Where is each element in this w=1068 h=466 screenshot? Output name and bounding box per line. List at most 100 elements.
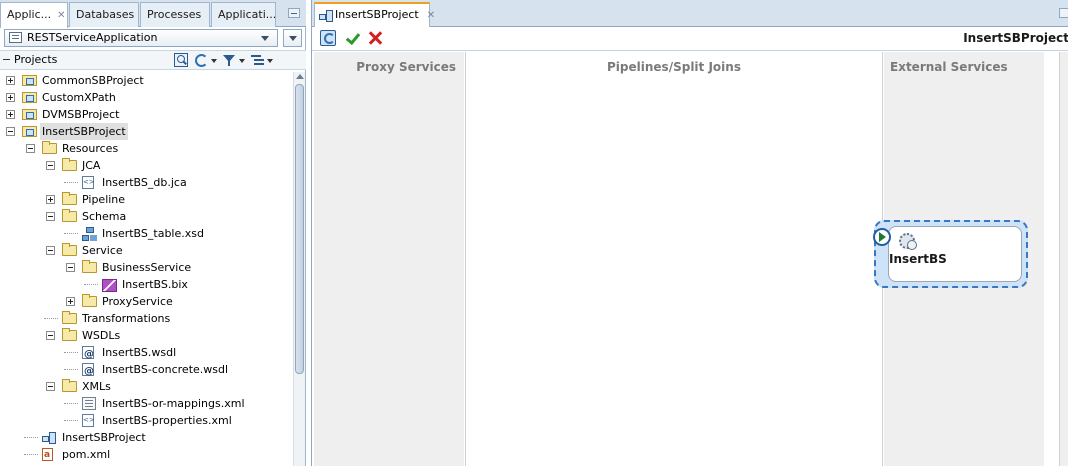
tree-item[interactable]: DVMSBProject	[0, 106, 292, 123]
folder-icon	[82, 294, 97, 307]
project-folder-icon	[22, 109, 37, 120]
collapse-icon[interactable]	[46, 246, 55, 255]
tree-item-label: XMLs	[82, 380, 111, 393]
folder-icon	[62, 311, 77, 324]
tab-processes[interactable]: Processes	[140, 2, 210, 27]
tree-item-label: InsertBS-properties.xml	[102, 414, 232, 427]
tree-item-label: ProxyService	[102, 295, 173, 308]
tab-insertsbproject[interactable]: InsertSBProject ✕	[314, 2, 435, 27]
tab-databases-label: Databases	[76, 8, 135, 21]
tab-databases[interactable]: Databases	[69, 2, 139, 27]
service-node-name: InsertBS	[889, 252, 947, 266]
collapse-icon[interactable]	[46, 382, 55, 391]
editor-toolbar: InsertSBProject	[312, 27, 1068, 51]
collapse-panel-icon[interactable]	[3, 59, 10, 60]
tree-item[interactable]: XMLs	[0, 378, 292, 395]
expand-icon[interactable]	[6, 110, 15, 119]
overview-canvas[interactable]: Proxy Services Pipelines/Split Joins Ext…	[312, 52, 1068, 466]
project-tree: CommonSBProject CustomXPath DVMSBProject In…	[0, 72, 292, 466]
tree-item[interactable]: pom.xml	[0, 446, 292, 464]
tree-item[interactable]: Pipeline	[0, 191, 292, 208]
proxy-services-lane[interactable]: Proxy Services	[314, 52, 464, 466]
tree-item-label: pom.xml	[62, 448, 111, 461]
tree-item-label: WSDLs	[82, 329, 121, 342]
tree-item[interactable]: InsertBS.bix	[0, 276, 292, 293]
service-entry-port-icon[interactable]	[873, 228, 891, 246]
editor-tab-label: InsertSBProject	[335, 8, 419, 21]
expand-icon[interactable]	[6, 93, 15, 102]
tree-item[interactable]: CommonSBProject	[0, 72, 292, 89]
tab-processes-label: Processes	[147, 8, 202, 21]
tab-application-resources-label: Applicati...	[218, 8, 276, 21]
tree-item-label: InsertSBProject	[62, 431, 146, 444]
tree-options-dropdown-icon[interactable]	[267, 59, 273, 63]
tree-item[interactable]: InsertSBProject	[0, 123, 292, 140]
sync-icon[interactable]	[194, 53, 208, 67]
tree-item[interactable]: InsertBS_table.xsd	[0, 225, 292, 242]
tree-connector	[64, 233, 78, 234]
filter-icon[interactable]	[222, 53, 236, 67]
minimize-icon[interactable]	[288, 8, 300, 18]
tree-item-label: InsertBS-or-mappings.xml	[102, 397, 245, 410]
cancel-x-icon[interactable]	[366, 29, 384, 47]
tree-item[interactable]: InsertBS-properties.xml	[0, 412, 292, 429]
tab-application-resources[interactable]: Applicati...	[211, 2, 276, 27]
expand-icon[interactable]	[46, 195, 55, 204]
lane-edge	[1059, 52, 1068, 466]
search-icon[interactable]	[174, 53, 188, 67]
tree-item[interactable]: Schema	[0, 208, 292, 225]
tree-item-label: InsertBS-concrete.wsdl	[102, 363, 229, 376]
tree-item[interactable]: InsertBS_db.jca	[0, 174, 292, 191]
folder-icon	[62, 158, 77, 171]
collapse-icon[interactable]	[46, 161, 55, 170]
projects-panel-header: Projects	[0, 50, 306, 70]
refresh-icon[interactable]	[320, 30, 336, 46]
sync-dropdown-icon[interactable]	[211, 59, 217, 63]
folder-icon	[62, 379, 77, 392]
collapse-icon[interactable]	[26, 144, 35, 153]
tree-item[interactable]: InsertSBProject	[0, 429, 292, 446]
close-icon[interactable]: ✕	[57, 10, 65, 21]
application-selector[interactable]: RESTServiceApplication	[4, 29, 278, 47]
tree-item[interactable]: BusinessService	[0, 259, 292, 276]
tree-item-label: Schema	[82, 210, 127, 223]
tree-item-label: Service	[82, 244, 123, 257]
tree-item-label: InsertBS_table.xsd	[102, 227, 204, 240]
close-icon[interactable]: ✕	[427, 10, 435, 21]
wsdl-file-icon	[82, 363, 94, 380]
collapse-icon[interactable]	[46, 212, 55, 221]
expand-icon[interactable]	[66, 297, 75, 306]
tree-item[interactable]: WSDLs	[0, 327, 292, 344]
folder-icon	[62, 328, 77, 341]
collapse-icon[interactable]	[46, 331, 55, 340]
tree-item[interactable]: CustomXPath	[0, 89, 292, 106]
tree-scrollbar[interactable]	[293, 72, 305, 466]
editor-title: InsertSBProject	[963, 31, 1068, 45]
tree-item[interactable]: InsertBS.wsdl	[0, 344, 292, 363]
application-menu-button[interactable]	[283, 29, 302, 47]
collapse-icon[interactable]	[6, 127, 15, 136]
tree-item[interactable]: Resources	[0, 140, 292, 157]
tree-item[interactable]: InsertBS-or-mappings.xml	[0, 395, 292, 412]
tree-item[interactable]: Transformations	[0, 310, 292, 327]
scrollbar-thumb[interactable]	[295, 84, 304, 374]
tree-connector	[64, 369, 78, 370]
tab-applications-label: Applic...	[7, 8, 52, 21]
xml-file-icon	[82, 176, 95, 189]
tree-item-label: InsertBS.bix	[122, 278, 188, 291]
tree-item[interactable]: ProxyService	[0, 293, 292, 310]
tree-item[interactable]: InsertBS-concrete.wsdl	[0, 361, 292, 380]
tree-item-label: InsertBS_db.jca	[102, 176, 187, 189]
expand-icon[interactable]	[6, 76, 15, 85]
collapse-icon[interactable]	[66, 263, 75, 272]
validate-check-icon[interactable]	[344, 29, 362, 47]
scroll-up-icon[interactable]	[296, 74, 304, 79]
lane-spacer	[1045, 52, 1059, 466]
filter-dropdown-icon[interactable]	[239, 59, 245, 63]
tree-item[interactable]: JCA	[0, 157, 292, 174]
tree-options-icon[interactable]	[250, 53, 264, 67]
pipelines-lane[interactable]: Pipelines/Split Joins	[465, 52, 883, 466]
maximize-icon[interactable]	[1059, 8, 1068, 18]
tab-applications[interactable]: Applic... ✕	[0, 2, 68, 28]
tree-item[interactable]: Service	[0, 242, 292, 259]
